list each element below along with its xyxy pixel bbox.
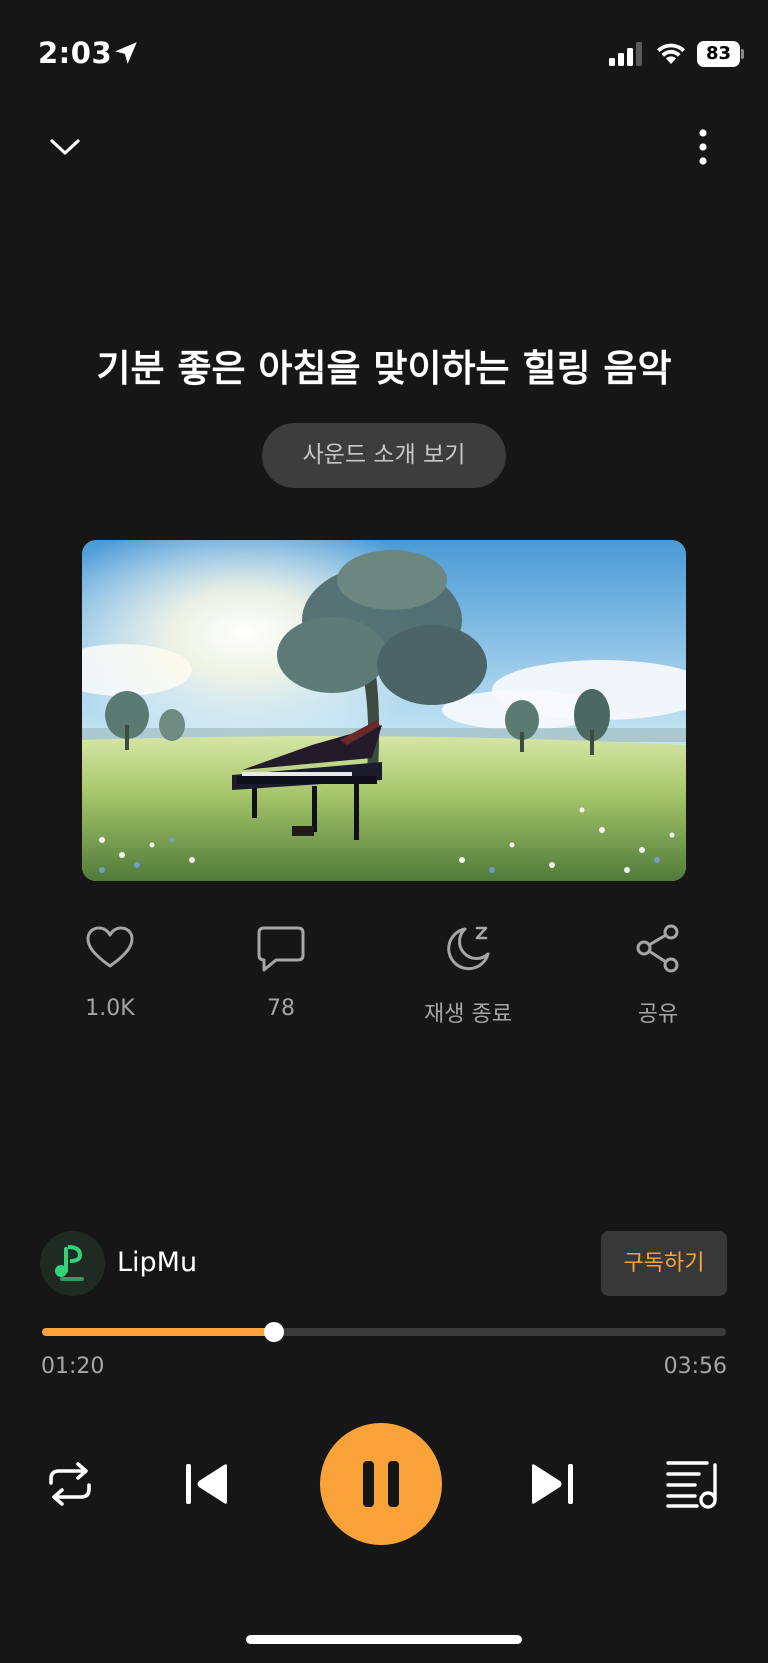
share-icon — [636, 924, 679, 973]
comment-count: 78 — [267, 996, 295, 1021]
chevron-down-icon[interactable] — [44, 126, 86, 168]
heart-icon — [86, 926, 134, 968]
share-label: 공유 — [637, 1002, 679, 1027]
like-count: 1.0K — [85, 996, 135, 1021]
skip-previous-icon[interactable] — [183, 1461, 231, 1507]
sleep-timer-icon — [447, 926, 490, 971]
progress-knob[interactable] — [263, 1322, 284, 1342]
like-button[interactable]: 1.0K — [45, 922, 175, 1021]
home-indicator[interactable] — [246, 1635, 522, 1644]
battery-icon: 83 — [697, 41, 745, 67]
status-time: 2:03 — [38, 36, 113, 70]
subscribe-button[interactable]: 구독하기 — [601, 1231, 727, 1296]
track-title: 기분 좋은 아침을 맞이하는 힐링 음악 — [96, 347, 672, 390]
sleep-timer-label: 재생 종료 — [424, 1002, 512, 1027]
current-time: 01:20 — [41, 1354, 105, 1379]
repeat-icon[interactable] — [43, 1459, 97, 1509]
comment-button[interactable]: 78 — [216, 922, 346, 1021]
sleep-timer-button[interactable]: 재생 종료 — [403, 922, 533, 1028]
progress-track[interactable] — [42, 1322, 726, 1342]
sound-intro-button[interactable]: 사운드 소개 보기 — [262, 423, 506, 488]
more-vertical-icon[interactable] — [686, 126, 720, 168]
pause-button[interactable] — [320, 1423, 442, 1545]
piano-meadow-illustration — [82, 540, 686, 881]
battery-level: 83 — [697, 41, 740, 67]
artist-logo-icon — [40, 1231, 105, 1296]
cellular-signal-icon — [609, 42, 642, 66]
artist-name[interactable]: LipMu — [117, 1247, 197, 1278]
progress-fill — [42, 1328, 274, 1336]
artist-avatar[interactable] — [40, 1231, 105, 1296]
album-artwork — [82, 540, 686, 881]
skip-next-icon[interactable] — [528, 1461, 576, 1507]
pause-icon — [363, 1461, 399, 1507]
total-time: 03:56 — [663, 1354, 727, 1379]
wifi-icon — [657, 43, 685, 64]
location-arrow-icon — [115, 42, 137, 64]
comment-icon — [257, 926, 305, 972]
share-button[interactable]: 공유 — [593, 922, 723, 1028]
playlist-icon[interactable] — [665, 1457, 721, 1509]
